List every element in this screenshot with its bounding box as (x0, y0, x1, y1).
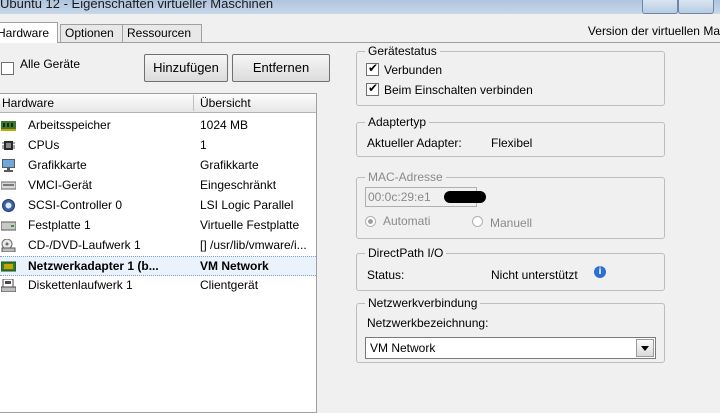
hardware-row-summary: [] /usr/lib/vmware/i... (200, 238, 307, 252)
tab-hardware[interactable]: Hardware (0, 22, 58, 43)
connect-on-power-checkbox[interactable]: ✔ (366, 81, 379, 96)
info-icon[interactable]: i (594, 266, 606, 278)
mac-auto-radio[interactable] (365, 216, 376, 227)
floppy-drive-icon (1, 279, 16, 292)
maximize-button[interactable] (678, 0, 714, 14)
remove-button[interactable]: Entfernen (232, 54, 330, 82)
hardware-row-name: Festplatte 1 (28, 218, 91, 232)
hardware-row-hard-disk[interactable]: Festplatte 1 Virtuelle Festplatte (0, 216, 316, 236)
hardware-rows: Arbeitsspeicher 1024 MB CPUs 1 Grafikkar… (0, 116, 316, 296)
hardware-row-scsi[interactable]: SCSI-Controller 0 LSI Logic Parallel (0, 196, 316, 216)
connected-checkbox[interactable]: ✔ (366, 61, 379, 76)
hardware-row-summary: Eingeschränkt (200, 178, 277, 192)
monitor-icon (2, 159, 15, 172)
hardware-row-name: Grafikkarte (28, 158, 87, 172)
hardware-row-name: VMCI-Gerät (28, 178, 93, 192)
mac-address-legend: MAC-Adresse (365, 170, 446, 184)
directpath-status-label: Status: (367, 268, 405, 282)
hardware-row-summary: 1 (200, 138, 207, 152)
version-label: Version der virtuellen Ma (587, 24, 720, 38)
hardware-row-summary: LSI Logic Parallel (200, 198, 294, 212)
tab-ressourcen[interactable]: Ressourcen (122, 24, 202, 42)
tab-optionen[interactable]: Optionen (60, 24, 124, 42)
network-select-value: VM Network (370, 341, 436, 355)
device-status-group: Gerätestatus ✔ Verbunden ✔ Beim Einschal… (356, 44, 665, 106)
hardware-row-name: CPUs (28, 138, 60, 152)
mac-address-group: MAC-Adresse 00:0c:29:e1 Automati Manuell (356, 170, 665, 239)
hardware-list-header: Hardware Übersicht (0, 94, 316, 113)
directpath-legend: DirectPath I/O (365, 246, 447, 260)
hardware-row-name: CD-/DVD-Laufwerk 1 (28, 238, 141, 252)
connected-label: Verbunden (384, 63, 443, 77)
hardware-row-vmci[interactable]: VMCI-Gerät Eingeschränkt (0, 176, 316, 196)
column-header-summary[interactable]: Übersicht (200, 96, 251, 110)
mac-manual-radio[interactable] (472, 216, 483, 227)
connect-on-power-label: Beim Einschalten verbinden (384, 83, 533, 97)
show-all-devices-label: Alle Geräte (20, 57, 81, 71)
hardware-row-cpus[interactable]: CPUs 1 (0, 136, 316, 156)
hardware-row-name: Arbeitsspeicher (28, 118, 111, 132)
show-all-devices-checkbox[interactable] (1, 62, 14, 75)
hardware-row-memory[interactable]: Arbeitsspeicher 1024 MB (0, 116, 316, 136)
hardware-row-summary: 1024 MB (200, 118, 249, 132)
hardware-row-summary: Virtuelle Festplatte (200, 218, 300, 232)
title-bar: Ubuntu 12 - Eigenschaften virtueller Mas… (0, 0, 720, 14)
hardware-row-name: Diskettenlaufwerk 1 (28, 278, 133, 292)
mac-address-value: 00:0c:29:e1 (368, 190, 431, 204)
network-adapter-icon (1, 261, 16, 272)
directpath-status-value: Nicht unterstützt (491, 268, 578, 282)
hardware-row-summary: Grafikkarte (200, 158, 259, 172)
memory-icon (1, 121, 16, 131)
hardware-row-summary: Clientgerät (200, 278, 259, 292)
dropdown-arrow-icon[interactable] (636, 339, 654, 357)
current-adapter-label: Aktueller Adapter: (367, 136, 462, 150)
scsi-controller-icon (2, 199, 15, 212)
hardware-row-summary: VM Network (200, 259, 269, 273)
redaction-mark (444, 191, 486, 203)
current-adapter-value: Flexibel (491, 136, 533, 150)
hardware-row-video-card[interactable]: Grafikkarte Grafikkarte (0, 156, 316, 176)
device-status-legend: Gerätestatus (365, 44, 440, 58)
checkmark-icon: ✔ (368, 61, 379, 75)
add-button[interactable]: Hinzufügen (144, 54, 228, 82)
hard-disk-icon (1, 221, 16, 231)
directpath-group: DirectPath I/O Status: Nicht unterstützt… (356, 246, 665, 291)
column-divider[interactable] (193, 95, 194, 111)
network-select[interactable]: VM Network (365, 337, 656, 359)
window-title: Ubuntu 12 - Eigenschaften virtueller Mas… (0, 0, 274, 11)
hardware-panel: Alle Geräte Hinzufügen Entfernen Hardwar… (0, 42, 720, 413)
radio-dot-icon (368, 219, 373, 224)
hardware-row-name: Netzwerkadapter 1 (b... (28, 259, 159, 273)
mac-manual-label: Manuell (490, 216, 533, 230)
adapter-type-legend: Adaptertyp (365, 115, 430, 129)
vmci-device-icon (1, 181, 16, 190)
hardware-row-name: SCSI-Controller 0 (28, 198, 123, 212)
adapter-type-group: Adaptertyp Aktueller Adapter: Flexibel (356, 115, 665, 157)
column-header-hardware[interactable]: Hardware (2, 96, 54, 110)
hardware-row-cd-dvd[interactable]: CD-/DVD-Laufwerk 1 [] /usr/lib/vmware/i.… (0, 236, 316, 256)
checkmark-icon: ✔ (368, 81, 379, 95)
cpu-icon (2, 141, 15, 150)
minimize-button[interactable] (642, 0, 678, 14)
chevron-down-icon (641, 346, 649, 351)
network-connection-group: Netzwerkverbindung Netzwerkbezeichnung: … (356, 296, 665, 363)
hardware-row-floppy[interactable]: Diskettenlaufwerk 1 Clientgerät (0, 276, 316, 296)
mac-auto-label: Automati (383, 214, 431, 228)
hardware-row-network-adapter[interactable]: Netzwerkadapter 1 (b... VM Network (0, 256, 316, 276)
network-connection-legend: Netzwerkverbindung (365, 296, 481, 310)
hardware-list: Hardware Übersicht Arbeitsspeicher 1024 … (0, 93, 317, 413)
mac-address-field[interactable]: 00:0c:29:e1 (365, 187, 486, 207)
network-label: Netzwerkbezeichnung: (367, 316, 489, 330)
cd-dvd-drive-icon (1, 239, 16, 252)
